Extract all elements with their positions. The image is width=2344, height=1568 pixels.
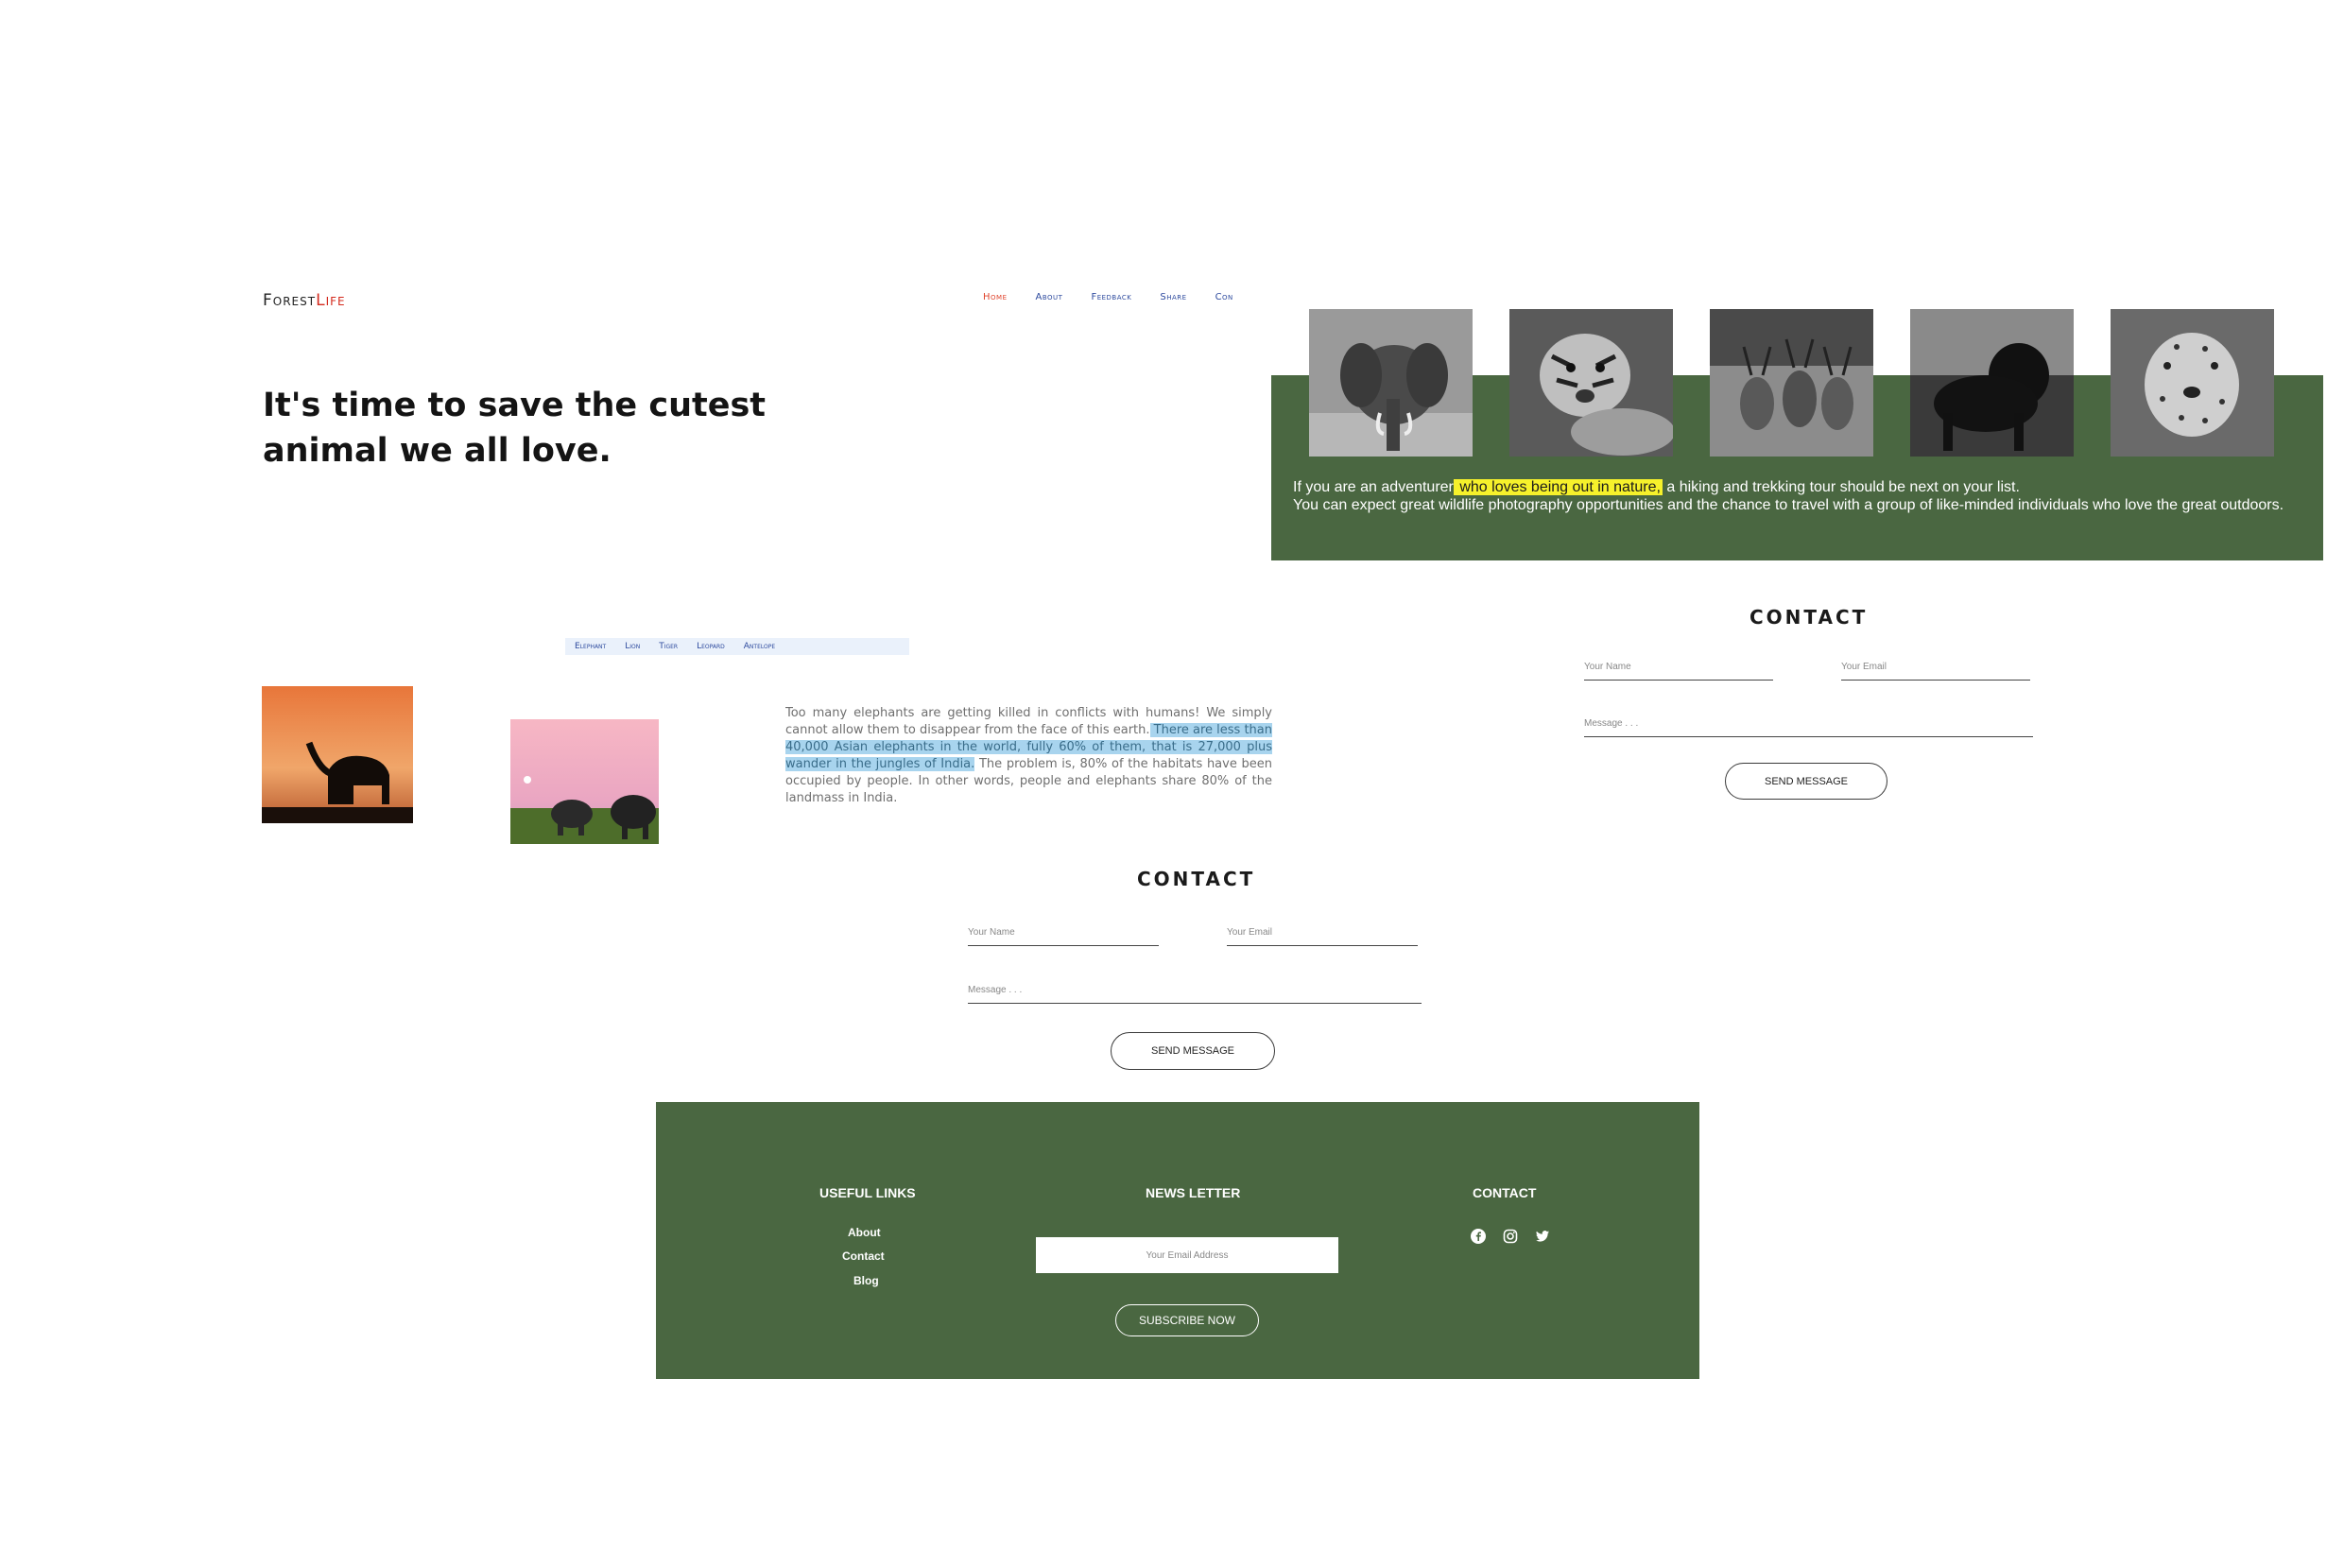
contact-center-message-input[interactable]: Message . . . — [968, 985, 1422, 1004]
site-footer: USEFUL LINKS About Contact Blog NEWS LET… — [656, 1102, 1699, 1379]
footer-useful-links-title: USEFUL LINKS — [819, 1185, 916, 1200]
caption-line-2: You can expect great wildlife photograph… — [1293, 497, 2284, 513]
tab-leopard[interactable]: Leopard — [697, 642, 725, 651]
hero-title: It's time to save the cutest animal we a… — [263, 387, 767, 470]
instagram-icon[interactable] — [1503, 1229, 1518, 1244]
elephants-field-photo — [510, 719, 659, 844]
footer-newsletter-title: NEWS LETTER — [1146, 1185, 1241, 1200]
contact-right-message-input[interactable]: Message . . . — [1584, 718, 2033, 737]
contact-right-title: CONTACT — [1749, 606, 1869, 629]
gallery-image-tiger[interactable] — [1509, 309, 1673, 457]
caption-text-start: If you are an adventurer — [1293, 479, 1454, 495]
tab-elephant[interactable]: Elephant — [575, 642, 606, 651]
contact-center-send-button[interactable]: SEND MESSAGE — [1111, 1032, 1275, 1070]
gallery-image-antelopes[interactable] — [1710, 309, 1873, 457]
logo-main-text: Forest — [263, 291, 317, 310]
nav-home[interactable]: Home — [983, 292, 1008, 302]
animal-tabs: Elephant Lion Tiger Leopard Antelope — [565, 638, 909, 655]
nav-about[interactable]: About — [1036, 292, 1063, 302]
logo-accent-text: Life — [316, 291, 346, 310]
tab-lion[interactable]: Lion — [625, 642, 640, 651]
elephant-sunset-photo — [262, 686, 413, 823]
nav-share[interactable]: Share — [1160, 292, 1186, 302]
subscribe-button[interactable]: SUBSCRIBE NOW — [1115, 1304, 1259, 1336]
footer-link-blog[interactable]: Blog — [853, 1274, 879, 1287]
contact-center-name-input[interactable]: Your Name — [968, 927, 1159, 946]
contact-right-name-input[interactable]: Your Name — [1584, 662, 1773, 681]
tab-tiger[interactable]: Tiger — [659, 642, 678, 651]
nav-contact[interactable]: Con — [1215, 292, 1233, 302]
social-links — [1471, 1229, 1550, 1244]
footer-contact-title: CONTACT — [1473, 1185, 1537, 1200]
gallery-image-elephant[interactable] — [1309, 309, 1473, 457]
nav-feedback[interactable]: Feedback — [1091, 292, 1131, 302]
animal-gallery — [1309, 309, 2274, 457]
contact-right-send-button[interactable]: SEND MESSAGE — [1725, 763, 1887, 800]
footer-link-about[interactable]: About — [848, 1226, 881, 1239]
tab-antelope[interactable]: Antelope — [744, 642, 775, 651]
gallery-image-leopard[interactable] — [2111, 309, 2274, 457]
facebook-icon[interactable] — [1471, 1229, 1486, 1244]
main-nav: Home About Feedback Share Con — [983, 292, 1233, 302]
elephant-article: Too many elephants are getting killed in… — [785, 705, 1272, 809]
gallery-caption: If you are an adventurer who loves being… — [1293, 478, 2285, 514]
twitter-icon[interactable] — [1535, 1229, 1550, 1244]
contact-center-email-input[interactable]: Your Email — [1227, 927, 1418, 946]
footer-link-contact[interactable]: Contact — [842, 1249, 885, 1263]
caption-text-end: a hiking and trekking tour should be nex… — [1662, 479, 2020, 495]
contact-right-email-input[interactable]: Your Email — [1841, 662, 2030, 681]
contact-center-title: CONTACT — [1137, 868, 1256, 890]
site-logo[interactable]: ForestLife — [263, 291, 346, 310]
caption-highlight: who loves being out in nature, — [1453, 479, 1663, 495]
newsletter-email-input[interactable]: Your Email Address — [1036, 1237, 1338, 1273]
gallery-image-lion[interactable] — [1910, 309, 2074, 457]
